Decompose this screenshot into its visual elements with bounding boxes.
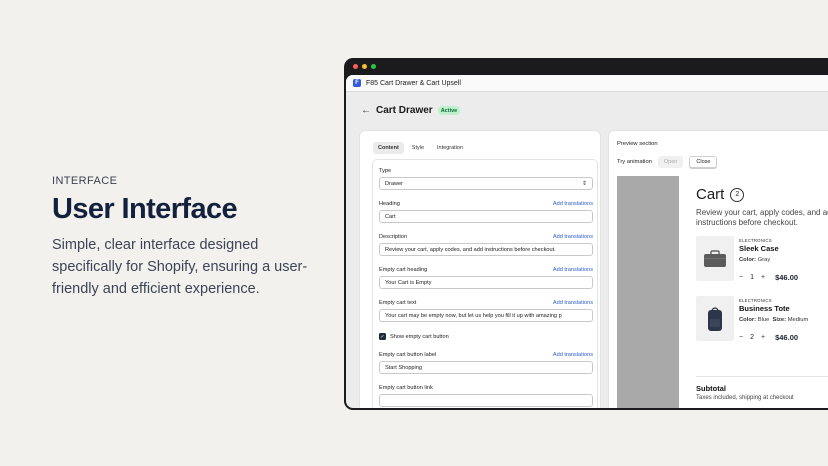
empty-button-link-label: Empty cart button link	[379, 385, 433, 391]
subtext: Simple, clear interface designed specifi…	[52, 237, 308, 297]
settings-panel: Content Style Integration Type Drawer ⇕ …	[359, 130, 601, 408]
item-price: $46.00	[775, 333, 799, 342]
animation-controls: Try animation Open Close	[617, 156, 718, 168]
open-button[interactable]: Open	[657, 156, 684, 168]
cart-count-badge: 2	[730, 187, 745, 202]
status-badge: Active	[437, 106, 461, 115]
preview-section-title: Preview section	[617, 141, 658, 147]
type-field: Type Drawer ⇕	[379, 168, 593, 190]
size-value: Medium	[787, 317, 809, 323]
briefcase-icon	[704, 249, 726, 267]
empty-heading-input[interactable]: Your Cart is Empty	[379, 276, 593, 289]
empty-heading-add-translations-link[interactable]: Add translations	[553, 267, 593, 273]
settings-tabs: Content Style Integration	[373, 142, 468, 154]
type-select-value: Drawer	[385, 180, 404, 187]
empty-button-link-field: Empty cart button link	[379, 385, 593, 407]
color-value: Gray	[757, 257, 771, 263]
decrement-button[interactable]: −	[739, 274, 743, 281]
show-empty-button-label: Show empty cart button	[390, 333, 449, 340]
heading-field: Heading Add translations Cart	[379, 201, 593, 223]
item-name: Sleek Case	[739, 244, 779, 253]
empty-text-add-translations-link[interactable]: Add translations	[553, 300, 593, 306]
empty-button-label-field: Empty cart button label Add translations…	[379, 352, 593, 374]
item-category: ELECTRONICS	[739, 298, 772, 303]
cart-drawer-preview: Cart 2 Review your cart, apply codes, an…	[679, 176, 828, 408]
increment-button[interactable]: +	[761, 334, 765, 341]
quantity-stepper: − 1 + $46.00	[739, 273, 798, 282]
empty-text-input[interactable]: Your cart may be empty now, but let us h…	[379, 309, 593, 322]
description-input[interactable]: Review your cart, apply codes, and add i…	[379, 243, 593, 256]
item-price: $46.00	[775, 273, 799, 282]
empty-button-link-input[interactable]	[379, 394, 593, 407]
try-animation-label: Try animation	[617, 159, 652, 165]
item-attributes: Color: Blue Size: Medium	[739, 317, 808, 323]
cart-header: Cart 2	[696, 186, 745, 203]
empty-text-label: Empty cart text	[379, 300, 417, 306]
page-title: Cart Drawer	[376, 105, 433, 116]
cart-item: ELECTRONICS Sleek Case Color: Gray − 1 +…	[696, 236, 828, 284]
page-header: ← Cart Drawer Active	[361, 105, 461, 116]
color-value: Blue	[757, 317, 770, 323]
product-image	[696, 236, 734, 281]
quantity-value: 1	[750, 274, 754, 281]
item-attributes: Color: Gray	[739, 257, 770, 263]
cart-description: Review your cart, apply codes, and add i…	[696, 208, 828, 227]
close-window-dot[interactable]	[353, 64, 358, 69]
subtotal-label: Subtotal	[696, 384, 726, 393]
increment-button[interactable]: +	[761, 274, 765, 281]
close-button[interactable]: Close	[689, 156, 718, 168]
tab-style[interactable]: Style	[407, 142, 429, 154]
size-label: Size:	[772, 317, 787, 323]
type-label: Type	[379, 168, 392, 174]
type-select[interactable]: Drawer ⇕	[379, 177, 593, 190]
description-add-translations-link[interactable]: Add translations	[553, 234, 593, 240]
app-window: F F85 Cart Drawer & Cart Upsell ← Cart D…	[344, 58, 828, 410]
empty-button-add-translations-link[interactable]: Add translations	[553, 352, 593, 358]
quantity-value: 2	[750, 334, 754, 341]
select-arrows-icon: ⇕	[581, 181, 587, 187]
maximize-window-dot[interactable]	[371, 64, 376, 69]
headline: User Interface	[52, 193, 238, 225]
empty-button-label-label: Empty cart button label	[379, 352, 437, 358]
heading-add-translations-link[interactable]: Add translations	[553, 201, 593, 207]
empty-text-field: Empty cart text Add translations Your ca…	[379, 300, 593, 322]
backpack-icon	[708, 306, 722, 331]
product-image	[696, 296, 734, 341]
empty-heading-label: Empty cart heading	[379, 267, 428, 273]
heading-label: Heading	[379, 201, 400, 207]
subtotal-note: Taxes included, shipping at checkout	[696, 395, 794, 401]
app-header: F F85 Cart Drawer & Cart Upsell	[346, 75, 828, 92]
item-name: Business Tote	[739, 304, 790, 313]
empty-heading-field: Empty cart heading Add translations Your…	[379, 267, 593, 289]
app-content: F F85 Cart Drawer & Cart Upsell ← Cart D…	[346, 75, 828, 408]
show-empty-button-row[interactable]: ✓ Show empty cart button	[379, 333, 449, 340]
description-label: Description	[379, 234, 407, 240]
minimize-window-dot[interactable]	[362, 64, 367, 69]
back-arrow-icon[interactable]: ←	[361, 105, 371, 116]
quantity-stepper: − 2 + $46.00	[739, 333, 798, 342]
color-label: Color:	[739, 257, 757, 263]
color-label: Color:	[739, 317, 757, 323]
marketing-copy: INTERFACE User Interface Simple, clear i…	[52, 175, 332, 300]
description-field: Description Add translations Review your…	[379, 234, 593, 256]
preview-panel: Preview section Try animation Open Close…	[608, 130, 828, 408]
preview-overlay	[617, 176, 679, 408]
decrement-button[interactable]: −	[739, 334, 743, 341]
app-name: F85 Cart Drawer & Cart Upsell	[366, 79, 461, 87]
heading-input[interactable]: Cart	[379, 210, 593, 223]
empty-button-label-input[interactable]: Start Shopping	[379, 361, 593, 374]
tab-content[interactable]: Content	[373, 142, 404, 154]
item-category: ELECTRONICS	[739, 238, 772, 243]
subtotal-divider	[696, 376, 828, 377]
cart-title: Cart	[696, 186, 725, 203]
app-logo-icon: F	[353, 79, 361, 87]
tab-integration[interactable]: Integration	[432, 142, 468, 154]
cart-item: ELECTRONICS Business Tote Color: Blue Si…	[696, 296, 828, 344]
eyebrow-label: INTERFACE	[52, 175, 118, 187]
content-form: Type Drawer ⇕ Heading Add translations C…	[372, 159, 598, 408]
show-empty-button-checkbox[interactable]: ✓	[379, 333, 386, 340]
window-titlebar	[344, 58, 828, 75]
